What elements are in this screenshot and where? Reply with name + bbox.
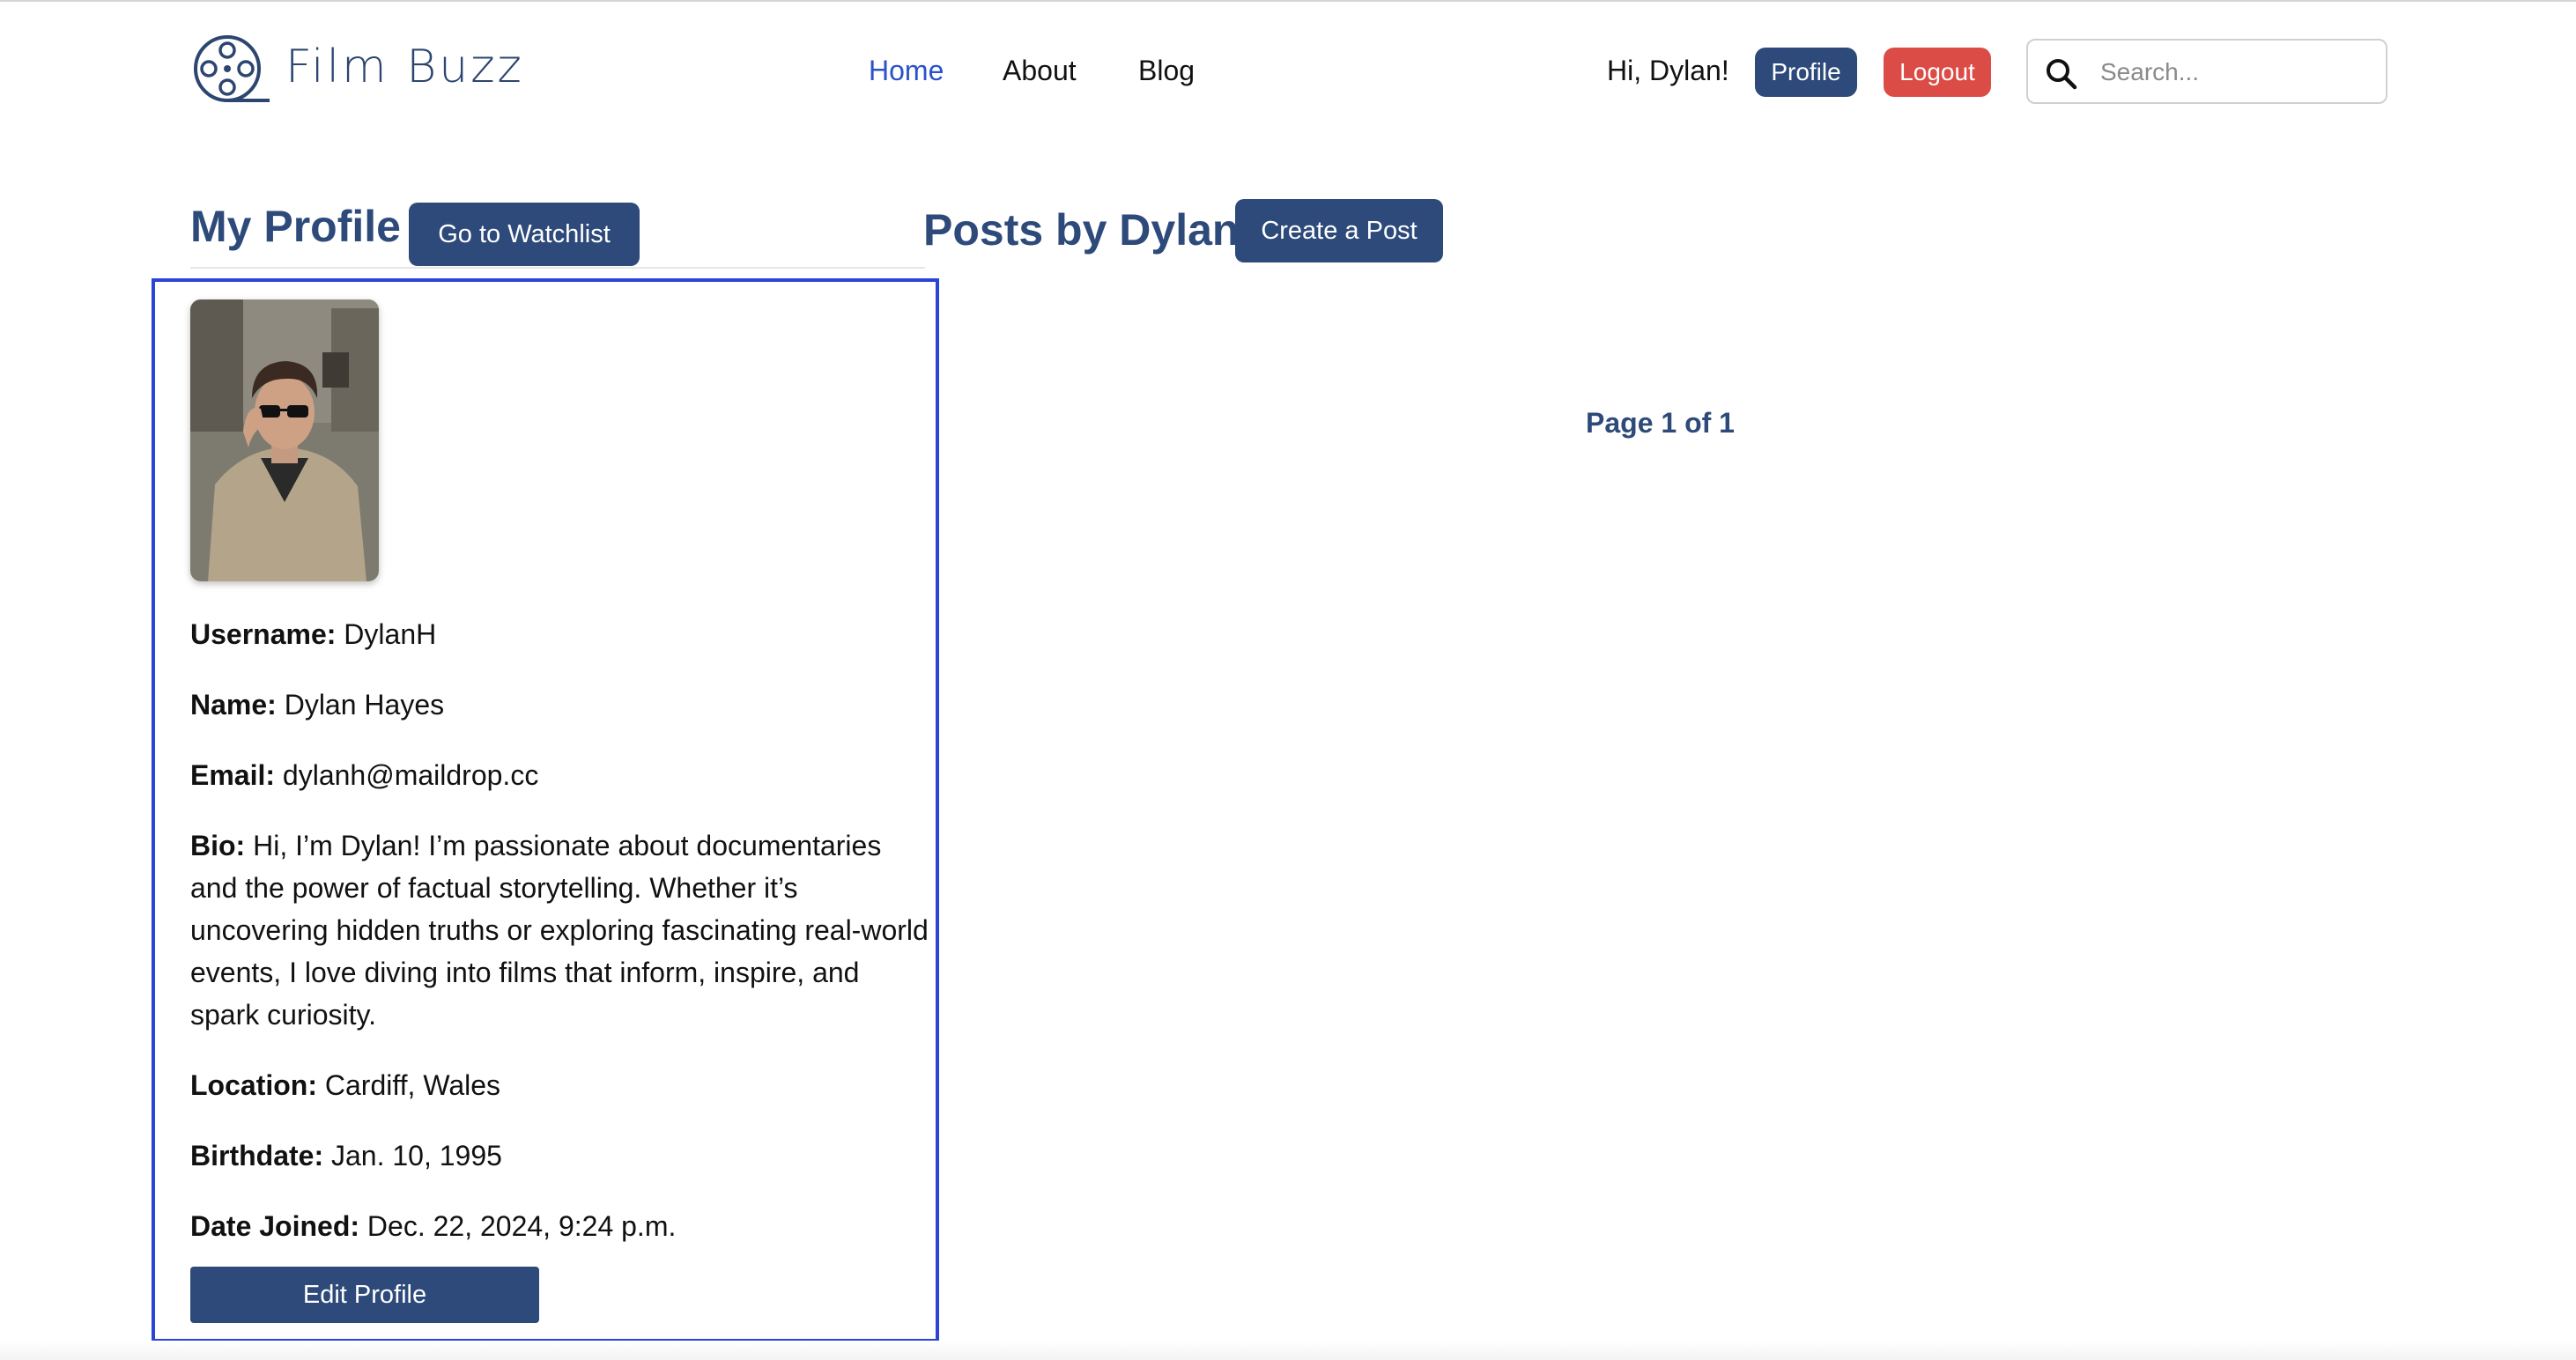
name-value: Dylan Hayes [284, 689, 445, 721]
birthdate-field: Birthdate: Jan. 10, 1995 [190, 1135, 930, 1177]
date-joined-value: Dec. 22, 2024, 9:24 p.m. [366, 1210, 677, 1242]
user-greeting: Hi, Dylan! [1607, 55, 1729, 86]
nav-about[interactable]: About [1003, 55, 1077, 87]
watchlist-button[interactable]: Go to Watchlist [409, 203, 640, 266]
username-field: Username: DylanH [190, 613, 930, 655]
search-input[interactable] [2099, 53, 2366, 92]
email-value: dylanh@maildrop.cc [282, 759, 539, 791]
location-field: Location: Cardiff, Wales [190, 1064, 930, 1106]
name-label: Name: [190, 689, 277, 721]
name-field: Name: Dylan Hayes [190, 684, 930, 726]
top-border [0, 0, 2576, 2]
date-joined-field: Date Joined: Dec. 22, 2024, 9:24 p.m. [190, 1205, 930, 1247]
create-post-button[interactable]: Create a Post [1235, 199, 1443, 262]
posts-heading: Posts by Dylan [923, 205, 1240, 255]
date-joined-label: Date Joined: [190, 1210, 360, 1242]
email-label: Email: [190, 759, 276, 791]
brand-name[interactable]: Film Buzz [285, 41, 524, 93]
birthdate-value: Jan. 10, 1995 [331, 1140, 502, 1172]
search-box[interactable] [2026, 39, 2387, 104]
nav-blog[interactable]: Blog [1138, 55, 1195, 87]
divider [190, 267, 925, 269]
avatar [190, 299, 379, 581]
email-field: Email: dylanh@maildrop.cc [190, 754, 930, 796]
profile-button[interactable]: Profile [1755, 48, 1857, 97]
birthdate-label: Birthdate: [190, 1140, 324, 1172]
bottom-edge [0, 1341, 2576, 1360]
username-label: Username: [190, 618, 337, 650]
edit-profile-button[interactable]: Edit Profile [190, 1267, 539, 1323]
bio-value: Hi, I’m Dylan! I’m passionate about docu… [190, 830, 929, 1031]
bio-field: Bio: Hi, I’m Dylan! I’m passionate about… [190, 824, 930, 1036]
location-label: Location: [190, 1069, 317, 1101]
pagination-status: Page 1 of 1 [1586, 407, 1735, 439]
nav-home[interactable]: Home [869, 55, 944, 87]
search-icon[interactable] [2044, 56, 2079, 92]
logout-button[interactable]: Logout [1884, 48, 1991, 97]
film-reel-icon[interactable] [192, 33, 271, 106]
location-value: Cardiff, Wales [324, 1069, 501, 1101]
profile-heading: My Profile [190, 202, 401, 251]
username-value: DylanH [344, 618, 437, 650]
bio-label: Bio: [190, 830, 246, 861]
